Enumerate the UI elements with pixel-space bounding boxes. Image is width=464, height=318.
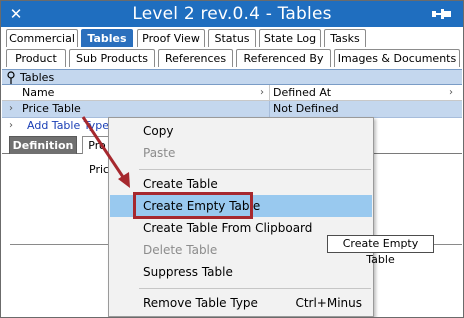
tab-sub-products[interactable]: Sub Products bbox=[69, 49, 155, 67]
title-bar: ✕ Level 2 rev.0.4 - Tables bbox=[1, 1, 463, 27]
menu-item-label: Delete Table bbox=[143, 243, 218, 257]
window-title: Level 2 rev.0.4 - Tables bbox=[132, 4, 332, 24]
menu-item-remove-table-type[interactable]: Remove Table Type Ctrl+Minus bbox=[110, 292, 372, 314]
table-row-name: Price Table bbox=[22, 102, 81, 115]
tooltip: Create Empty Table bbox=[327, 235, 434, 266]
tab-references[interactable]: References bbox=[158, 49, 233, 67]
tables-section-header: Tables bbox=[2, 69, 462, 85]
tab-definition[interactable]: Definition bbox=[9, 136, 77, 154]
tables-column-header: Name › Defined At › bbox=[2, 85, 462, 101]
tab-product[interactable]: Product bbox=[6, 49, 66, 67]
chevron-right-icon[interactable]: › bbox=[9, 101, 13, 117]
menu-separator bbox=[139, 169, 371, 170]
tables-window: ✕ Level 2 rev.0.4 - Tables Commercial Ta… bbox=[0, 0, 464, 318]
menu-item-label: Copy bbox=[143, 124, 174, 138]
tab-tables[interactable]: Tables bbox=[81, 29, 133, 47]
column-divider bbox=[269, 101, 270, 118]
column-divider[interactable] bbox=[269, 85, 270, 101]
annotation-highlight-box bbox=[133, 192, 253, 219]
tab-tasks[interactable]: Tasks bbox=[324, 29, 366, 47]
tab-row-primary: Commercial Tables Proof View Status Stat… bbox=[1, 28, 463, 48]
add-table-type-link[interactable]: Add Table Type bbox=[27, 118, 109, 133]
menu-item-suppress-table[interactable]: Suppress Table bbox=[110, 261, 372, 283]
tab-referenced-by[interactable]: Referenced By bbox=[236, 49, 331, 67]
menu-item-label: Paste bbox=[143, 146, 176, 160]
column-header-name[interactable]: Name bbox=[22, 85, 54, 100]
column-header-defined-at[interactable]: Defined At bbox=[273, 85, 331, 100]
menu-item-label: Suppress Table bbox=[143, 265, 233, 279]
tab-state-log[interactable]: State Log bbox=[259, 29, 321, 47]
tab-images-documents[interactable]: Images & Documents bbox=[334, 49, 460, 67]
tab-status[interactable]: Status bbox=[208, 29, 256, 47]
pin-icon[interactable] bbox=[431, 7, 453, 21]
tab-row-secondary: Product Sub Products References Referenc… bbox=[1, 48, 463, 68]
menu-item-shortcut: Ctrl+Minus bbox=[295, 296, 362, 310]
menu-item-copy[interactable]: Copy bbox=[110, 120, 372, 142]
chevron-right-icon[interactable]: › bbox=[260, 85, 264, 100]
chevron-right-icon[interactable]: › bbox=[9, 118, 13, 133]
add-table-type-row: › Add Table Type bbox=[2, 118, 122, 134]
menu-item-label: Create Table bbox=[143, 177, 218, 191]
menu-item-paste[interactable]: Paste bbox=[110, 142, 372, 164]
tab-proof-view[interactable]: Proof View bbox=[137, 29, 205, 47]
tab-commercial[interactable]: Commercial bbox=[6, 29, 78, 47]
table-row[interactable]: › Price Table Not Defined bbox=[2, 101, 462, 118]
menu-separator bbox=[139, 288, 371, 289]
chevron-right-icon[interactable]: › bbox=[449, 85, 453, 100]
tables-section-title: Tables bbox=[20, 71, 55, 84]
table-row-defined-at: Not Defined bbox=[273, 102, 339, 115]
menu-item-label: Remove Table Type bbox=[143, 296, 258, 310]
pushpin-icon[interactable] bbox=[6, 71, 16, 84]
menu-item-label: Create Table From Clipboard bbox=[143, 221, 313, 235]
